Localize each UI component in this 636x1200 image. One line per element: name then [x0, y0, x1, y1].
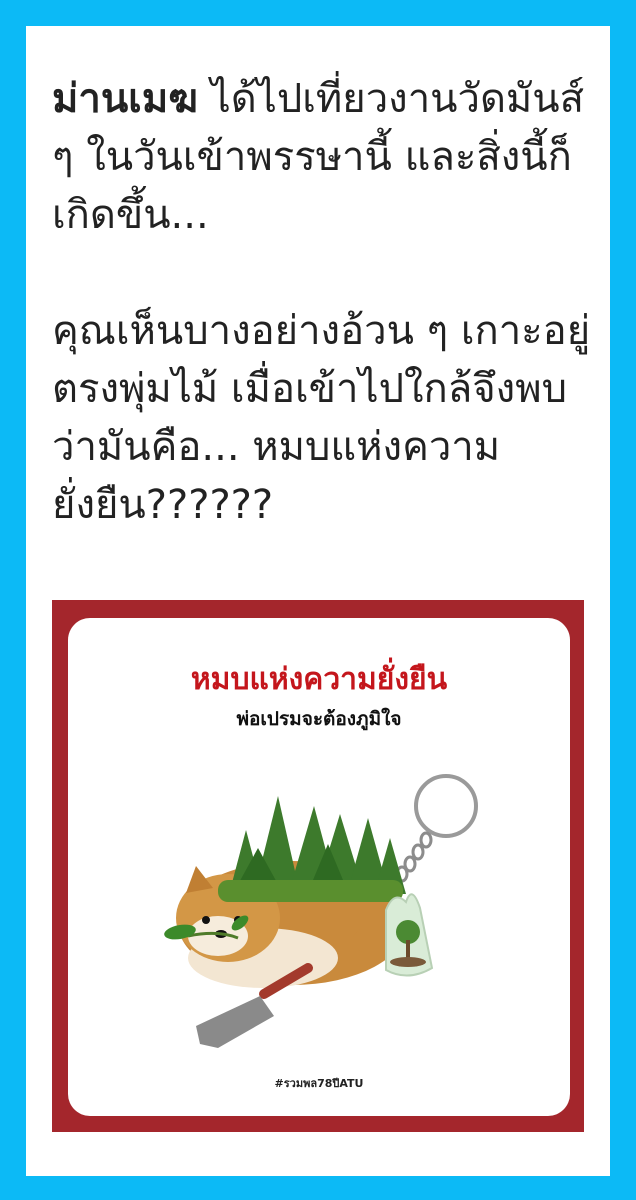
post-card: ม่านเมฆ ได้ไปเที่ยวงานวัดมันส์ ๆ ในวันเข…	[26, 26, 610, 1176]
terrarium-bag-icon	[385, 893, 434, 977]
shiba-plush-keychain-illustration	[164, 774, 478, 1048]
image-hashtag: #รวมพล78ปีATU	[274, 1077, 364, 1090]
image-card: หมบแห่งความยั่งยืน พ่อเปรมจะต้องภูมิใจ #…	[68, 618, 570, 1116]
paragraph-1: ม่านเมฆ ได้ไปเที่ยวงานวัดมันส์ ๆ ในวันเข…	[52, 70, 592, 244]
post-text: ม่านเมฆ ได้ไปเที่ยวงานวัดมันส์ ๆ ในวันเข…	[52, 70, 592, 534]
keyring-icon	[414, 774, 478, 838]
author-name: ม่านเมฆ	[52, 76, 198, 122]
paragraph-2: คุณเห็นบางอย่างอ้วน ๆ เกาะอยู่ตรงพุ่มไม้…	[52, 308, 591, 528]
pine-trees-icon	[218, 796, 406, 902]
keychain-icon	[395, 831, 433, 883]
attached-image[interactable]: หมบแห่งความยั่งยืน พ่อเปรมจะต้องภูมิใจ #…	[52, 600, 584, 1132]
